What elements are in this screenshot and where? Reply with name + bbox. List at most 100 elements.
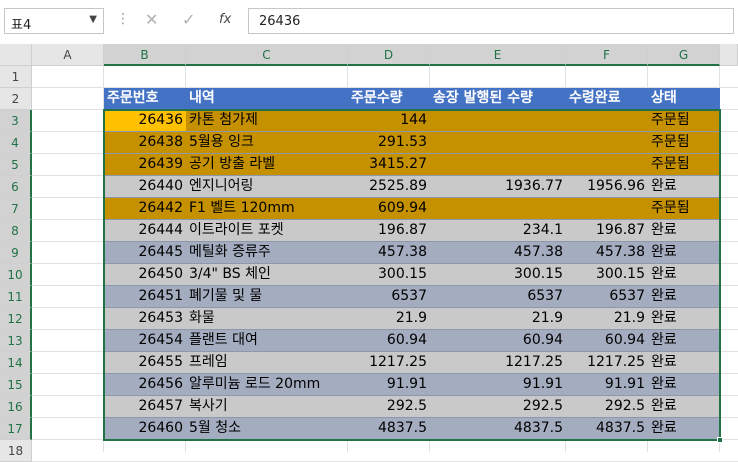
table-cell[interactable]: 2525.89 [348, 176, 430, 198]
table-cell[interactable]: F1 벨트 120mm [186, 198, 348, 220]
table-cell[interactable]: 26453 [104, 308, 186, 330]
column-header-g[interactable]: G [648, 44, 720, 66]
chevron-down-icon[interactable]: ▼ [89, 14, 97, 25]
row-header-16[interactable]: 16 [0, 396, 32, 418]
table-header-cell[interactable]: 송장 발행된 수량 [430, 88, 566, 110]
formula-input[interactable]: 26436 [248, 8, 734, 34]
table-cell[interactable]: 26460 [104, 418, 186, 440]
table-cell[interactable]: 주문됨 [648, 154, 720, 176]
table-cell[interactable]: 3/4" BS 체인 [186, 264, 348, 286]
table-cell[interactable] [430, 132, 566, 154]
table-cell[interactable]: 26436 [104, 110, 186, 132]
table-cell[interactable]: 60.94 [566, 330, 648, 352]
table-cell[interactable]: 완료 [648, 176, 720, 198]
table-header-cell[interactable]: 주문수량 [348, 88, 430, 110]
row-header-17[interactable]: 17 [0, 418, 32, 440]
function-icon[interactable]: fx [219, 12, 231, 27]
row-header-11[interactable]: 11 [0, 286, 32, 308]
table-cell[interactable]: 26440 [104, 176, 186, 198]
row-header-3[interactable]: 3 [0, 110, 32, 132]
table-cell[interactable] [566, 198, 648, 220]
table-cell[interactable]: 1956.96 [566, 176, 648, 198]
table-cell[interactable]: 완료 [648, 242, 720, 264]
table-cell[interactable]: 완료 [648, 418, 720, 440]
row-header-15[interactable]: 15 [0, 374, 32, 396]
table-cell[interactable]: 60.94 [348, 330, 430, 352]
table-cell[interactable]: 5월 청소 [186, 418, 348, 440]
table-cell[interactable]: 91.91 [430, 374, 566, 396]
table-cell[interactable]: 300.15 [566, 264, 648, 286]
column-header-d[interactable]: D [348, 44, 430, 66]
table-cell[interactable]: 1217.25 [430, 352, 566, 374]
table-cell[interactable]: 26442 [104, 198, 186, 220]
table-cell[interactable]: 1936.77 [430, 176, 566, 198]
table-cell[interactable]: 완료 [648, 264, 720, 286]
table-cell[interactable]: 292.5 [430, 396, 566, 418]
row-header-5[interactable]: 5 [0, 154, 32, 176]
table-cell[interactable]: 이트라이트 포켓 [186, 220, 348, 242]
table-cell[interactable]: 플랜트 대여 [186, 330, 348, 352]
select-all-corner[interactable] [0, 44, 32, 66]
table-cell[interactable]: 1217.25 [566, 352, 648, 374]
table-cell[interactable]: 457.38 [566, 242, 648, 264]
table-cell[interactable]: 26438 [104, 132, 186, 154]
table-cell[interactable]: 6537 [348, 286, 430, 308]
table-cell[interactable]: 복사기 [186, 396, 348, 418]
table-cell[interactable]: 196.87 [566, 220, 648, 242]
row-header-8[interactable]: 8 [0, 220, 32, 242]
table-cell[interactable]: 26439 [104, 154, 186, 176]
row-header-2[interactable]: 2 [0, 88, 32, 110]
table-cell[interactable]: 카톤 첨가제 [186, 110, 348, 132]
row-header-7[interactable]: 7 [0, 198, 32, 220]
table-cell[interactable]: 4837.5 [348, 418, 430, 440]
table-header-cell[interactable]: 상태 [648, 88, 720, 110]
table-cell[interactable]: 완료 [648, 286, 720, 308]
row-header-18[interactable]: 18 [0, 440, 32, 462]
table-cell[interactable]: 공기 방출 라벨 [186, 154, 348, 176]
table-cell[interactable]: 4837.5 [566, 418, 648, 440]
table-cell[interactable]: 609.94 [348, 198, 430, 220]
row-header-6[interactable]: 6 [0, 176, 32, 198]
table-cell[interactable] [566, 132, 648, 154]
row-header-10[interactable]: 10 [0, 264, 32, 286]
row-header-12[interactable]: 12 [0, 308, 32, 330]
table-cell[interactable] [430, 154, 566, 176]
table-cell[interactable] [430, 198, 566, 220]
table-cell[interactable]: 26456 [104, 374, 186, 396]
column-header-e[interactable]: E [430, 44, 566, 66]
table-cell[interactable]: 26454 [104, 330, 186, 352]
table-cell[interactable]: 26457 [104, 396, 186, 418]
table-cell[interactable]: 주문됨 [648, 198, 720, 220]
column-header-c[interactable]: C [186, 44, 348, 66]
column-header-b[interactable]: B [104, 44, 186, 66]
table-cell[interactable]: 4837.5 [430, 418, 566, 440]
table-cell[interactable]: 292.5 [348, 396, 430, 418]
table-cell[interactable]: 21.9 [348, 308, 430, 330]
table-cell[interactable]: 알루미늄 로드 20mm [186, 374, 348, 396]
table-cell[interactable]: 234.1 [430, 220, 566, 242]
column-header-a[interactable]: A [32, 44, 104, 66]
table-cell[interactable]: 300.15 [348, 264, 430, 286]
table-cell[interactable]: 완료 [648, 330, 720, 352]
column-header-f[interactable]: F [566, 44, 648, 66]
row-header-13[interactable]: 13 [0, 330, 32, 352]
table-cell[interactable]: 3415.27 [348, 154, 430, 176]
table-cell[interactable] [430, 110, 566, 132]
table-cell[interactable]: 291.53 [348, 132, 430, 154]
table-cell[interactable]: 300.15 [430, 264, 566, 286]
table-cell[interactable]: 주문됨 [648, 132, 720, 154]
table-cell[interactable]: 1217.25 [348, 352, 430, 374]
row-header-1[interactable]: 1 [0, 66, 32, 88]
table-cell[interactable]: 91.91 [348, 374, 430, 396]
table-header-cell[interactable]: 주문번호 [104, 88, 186, 110]
table-cell[interactable]: 21.9 [566, 308, 648, 330]
table-cell[interactable]: 엔지니어링 [186, 176, 348, 198]
table-header-cell[interactable]: 내역 [186, 88, 348, 110]
row-header-4[interactable]: 4 [0, 132, 32, 154]
table-cell[interactable] [566, 154, 648, 176]
more-options-icon[interactable]: ⋮ [116, 11, 130, 27]
table-header-cell[interactable]: 수령완료 [566, 88, 648, 110]
check-icon[interactable]: ✓ [182, 10, 195, 29]
table-cell[interactable]: 21.9 [430, 308, 566, 330]
table-cell[interactable]: 91.91 [566, 374, 648, 396]
